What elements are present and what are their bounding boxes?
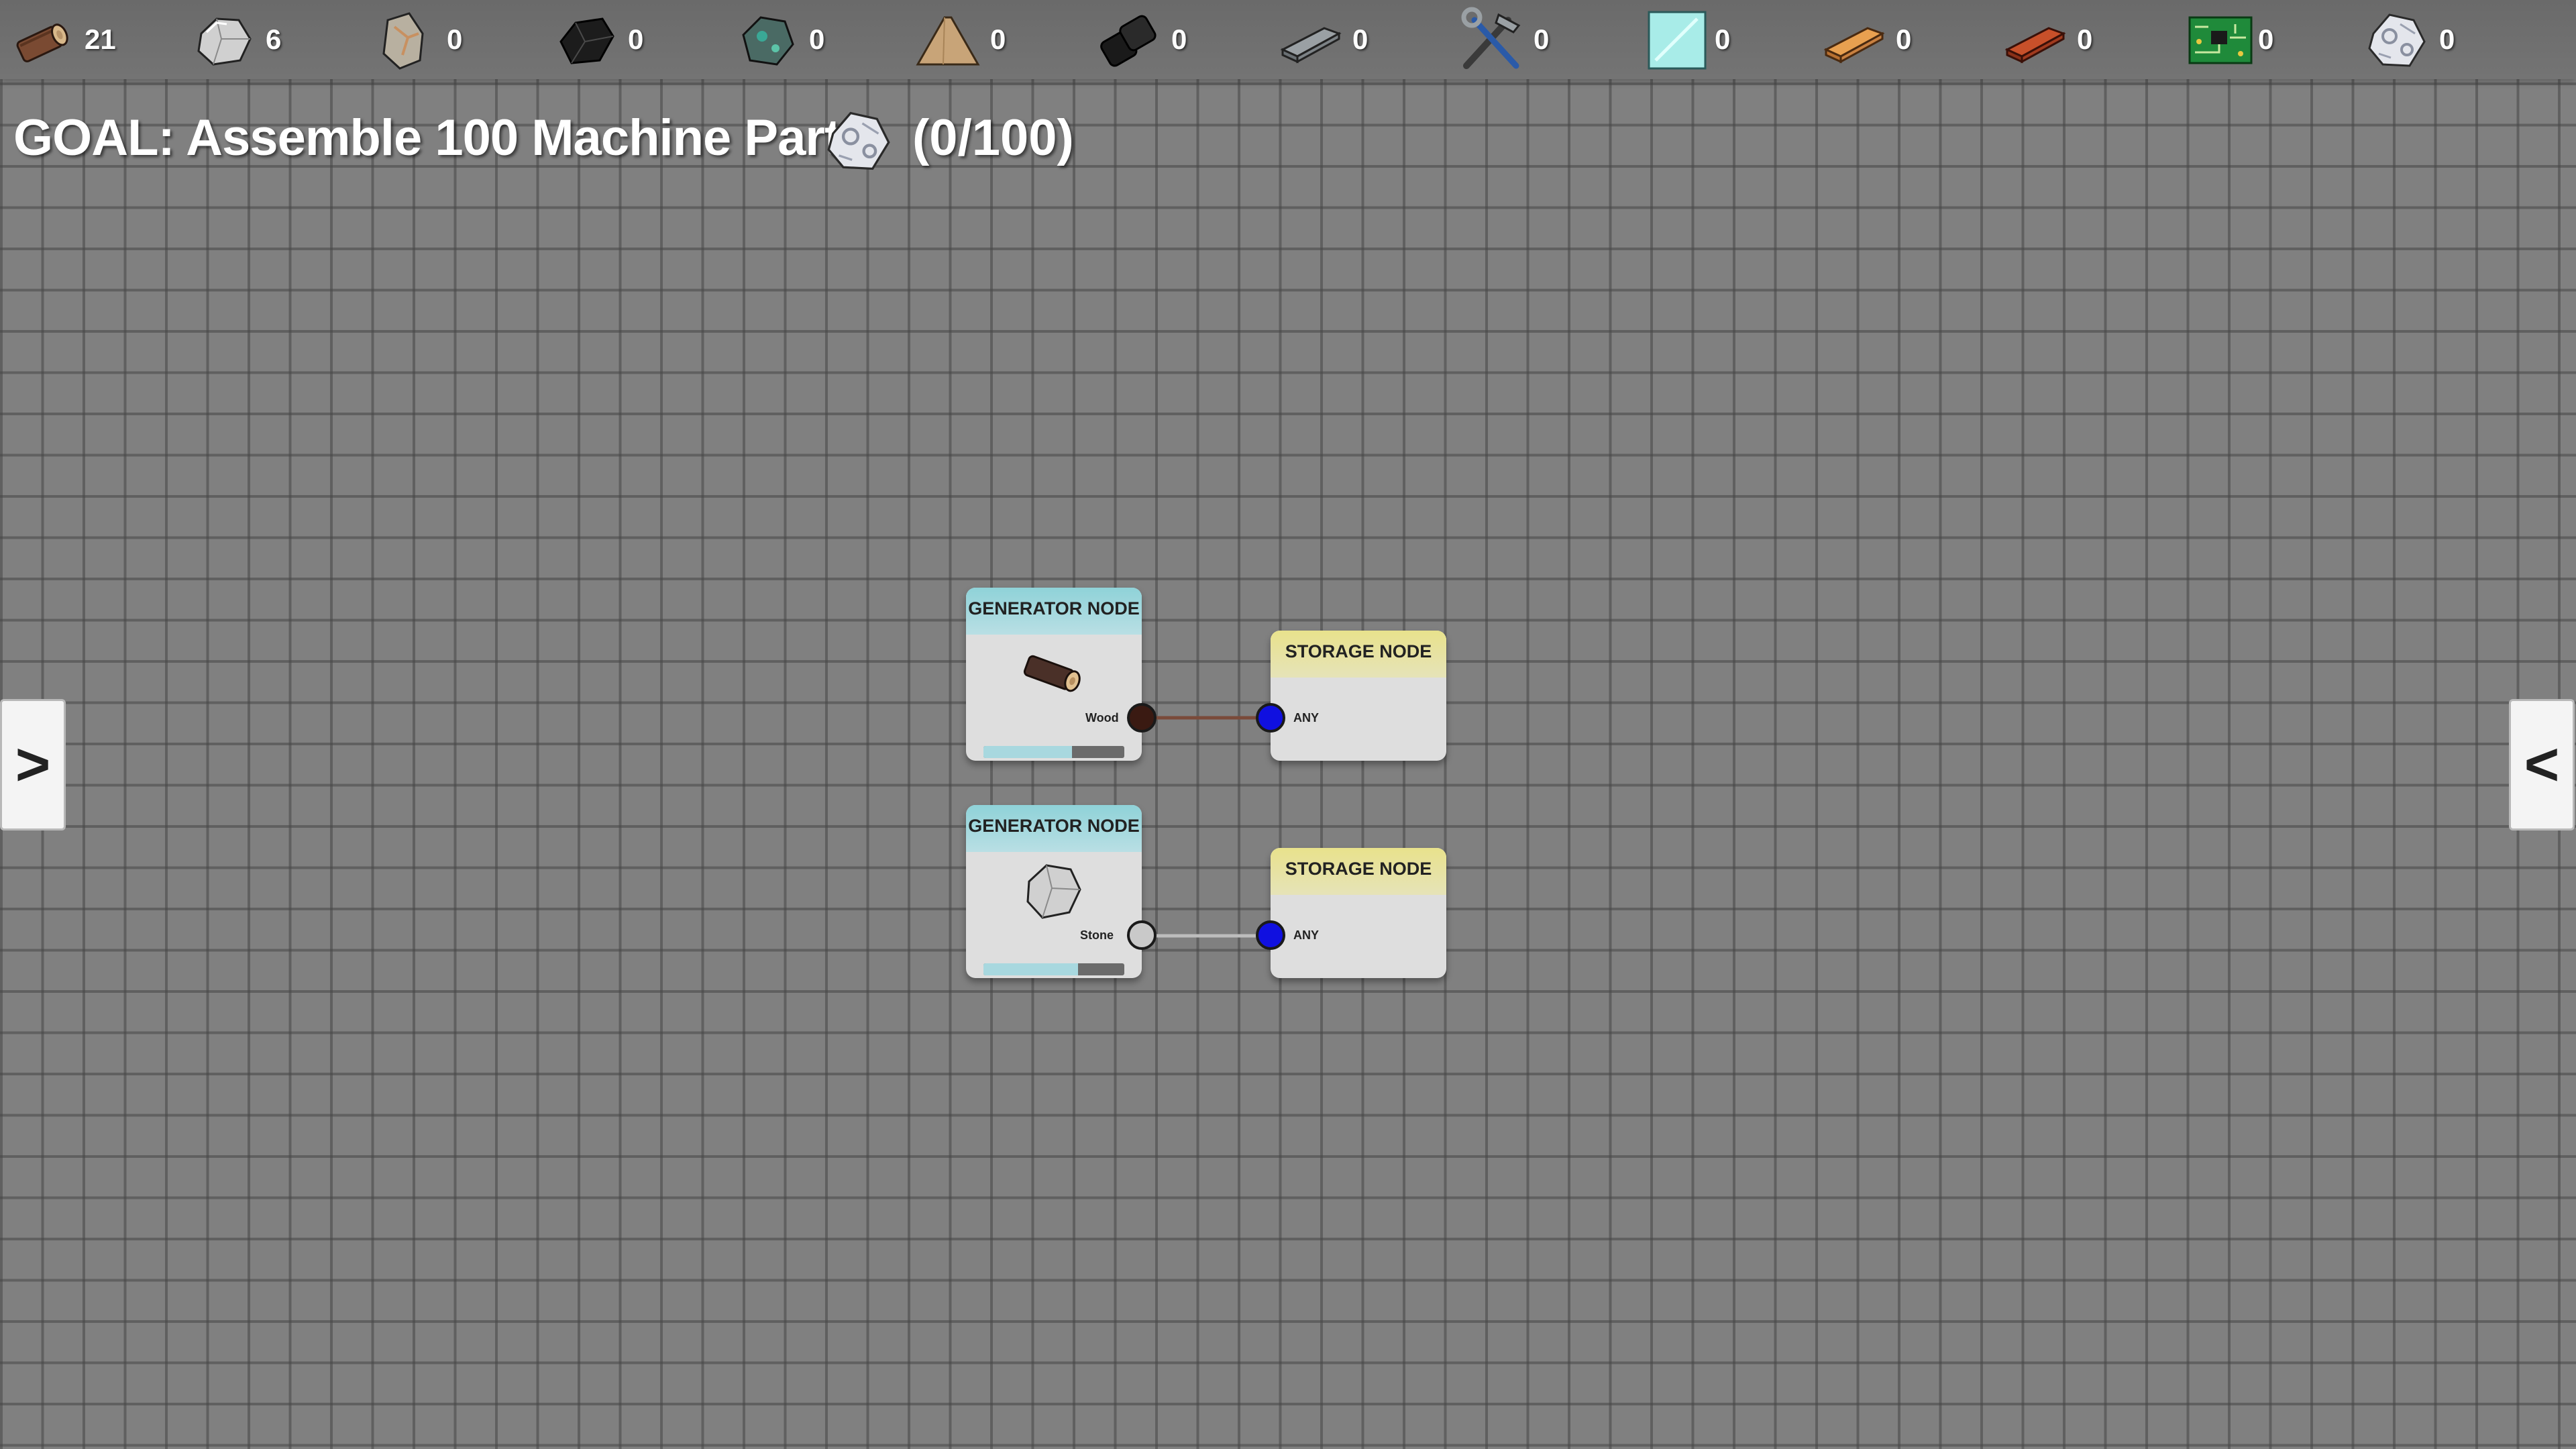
output-label: Wood <box>1085 711 1119 724</box>
rubber-icon <box>1100 15 1157 67</box>
node-title: GENERATOR NODE <box>966 588 1142 635</box>
brick-icon <box>2004 27 2066 64</box>
resource-count: 0 <box>990 23 1006 55</box>
input-port[interactable] <box>1256 920 1285 950</box>
node-title: STORAGE NODE <box>1271 848 1446 895</box>
progress-fill <box>983 746 1073 758</box>
resource-count: 0 <box>628 23 644 55</box>
resource-circuit-board: 0 <box>2179 7 2353 74</box>
progress-fill <box>983 963 1078 975</box>
copper-ingot-icon <box>1823 27 1885 64</box>
input-label: ANY <box>1293 928 1320 942</box>
wood-icon <box>1023 655 1081 692</box>
resource-rubber: 0 <box>1092 7 1267 74</box>
iron-ore-icon <box>382 12 424 70</box>
resource-count: 0 <box>2439 23 2455 55</box>
resource-count: 0 <box>1171 23 1187 55</box>
input-port[interactable] <box>1256 703 1285 733</box>
resource-copper-ingot: 0 <box>1817 7 1991 74</box>
circuit-board-icon <box>2188 16 2253 64</box>
output-port-wood[interactable] <box>1127 703 1157 733</box>
goal-text: GOAL: Assemble 100 Machine Parts <box>13 109 869 166</box>
resource-count: 0 <box>447 23 463 55</box>
resource-machine-parts: 0 <box>2360 7 2534 74</box>
resource-coal: 0 <box>549 7 723 74</box>
goal-progress: (0/100) <box>912 109 1074 166</box>
resource-sand: 0 <box>911 7 1085 74</box>
generator-progress <box>983 963 1124 975</box>
wood-icon <box>16 23 68 62</box>
resource-count: 0 <box>2258 23 2274 55</box>
goal-banner: GOAL: Assemble 100 Machine Parts (0/100) <box>13 101 1221 174</box>
resource-wood: 21 <box>5 7 180 74</box>
resource-brick: 0 <box>1998 7 2172 74</box>
resource-stone: 6 <box>186 7 361 74</box>
resource-count: 0 <box>809 23 825 55</box>
node-title: STORAGE NODE <box>1271 631 1446 678</box>
resource-count: 0 <box>1715 23 1731 55</box>
input-label: ANY <box>1293 711 1320 724</box>
resource-count: 21 <box>85 23 116 55</box>
resource-count: 0 <box>1534 23 1550 55</box>
generator-progress <box>983 746 1124 758</box>
sand-icon <box>916 16 980 66</box>
node-title: GENERATOR NODE <box>966 805 1142 852</box>
resource-count: 6 <box>266 23 282 55</box>
resource-iron-ingot: 0 <box>1273 7 1448 74</box>
storage-node-2[interactable]: STORAGE NODE ANY <box>1256 848 1446 978</box>
glass-icon <box>1648 11 1707 70</box>
storage-node-1[interactable]: STORAGE NODE ANY <box>1256 631 1446 761</box>
resource-copper-ore: 0 <box>730 7 904 74</box>
stone-icon <box>197 17 252 66</box>
resource-bar: 21 6 0 0 0 0 0 0 0 0 0 0 0 0 <box>0 0 2576 79</box>
copper-ore-icon <box>742 16 794 66</box>
stone-icon <box>1026 864 1081 919</box>
output-port-stone[interactable] <box>1127 920 1157 950</box>
resource-glass: 0 <box>1635 7 1810 74</box>
resource-count: 0 <box>1352 23 1368 55</box>
resource-count: 0 <box>1896 23 1912 55</box>
generator-node-wood[interactable]: GENERATOR NODE Wood <box>966 588 1157 761</box>
machine-parts-icon <box>827 111 890 170</box>
tools-icon <box>1461 7 1521 69</box>
resource-count: 0 <box>2077 23 2093 55</box>
coal-icon <box>559 17 614 64</box>
left-panel-toggle[interactable]: > <box>0 699 66 830</box>
resource-iron-ore: 0 <box>368 7 542 74</box>
generator-node-stone[interactable]: GENERATOR NODE Stone <box>966 805 1157 978</box>
resource-tools: 0 <box>1454 7 1629 74</box>
output-label: Stone <box>1080 928 1114 942</box>
machine-parts-icon <box>2368 13 2426 67</box>
right-panel-toggle[interactable]: < <box>2509 699 2575 830</box>
iron-ingot-icon <box>1280 27 1342 64</box>
